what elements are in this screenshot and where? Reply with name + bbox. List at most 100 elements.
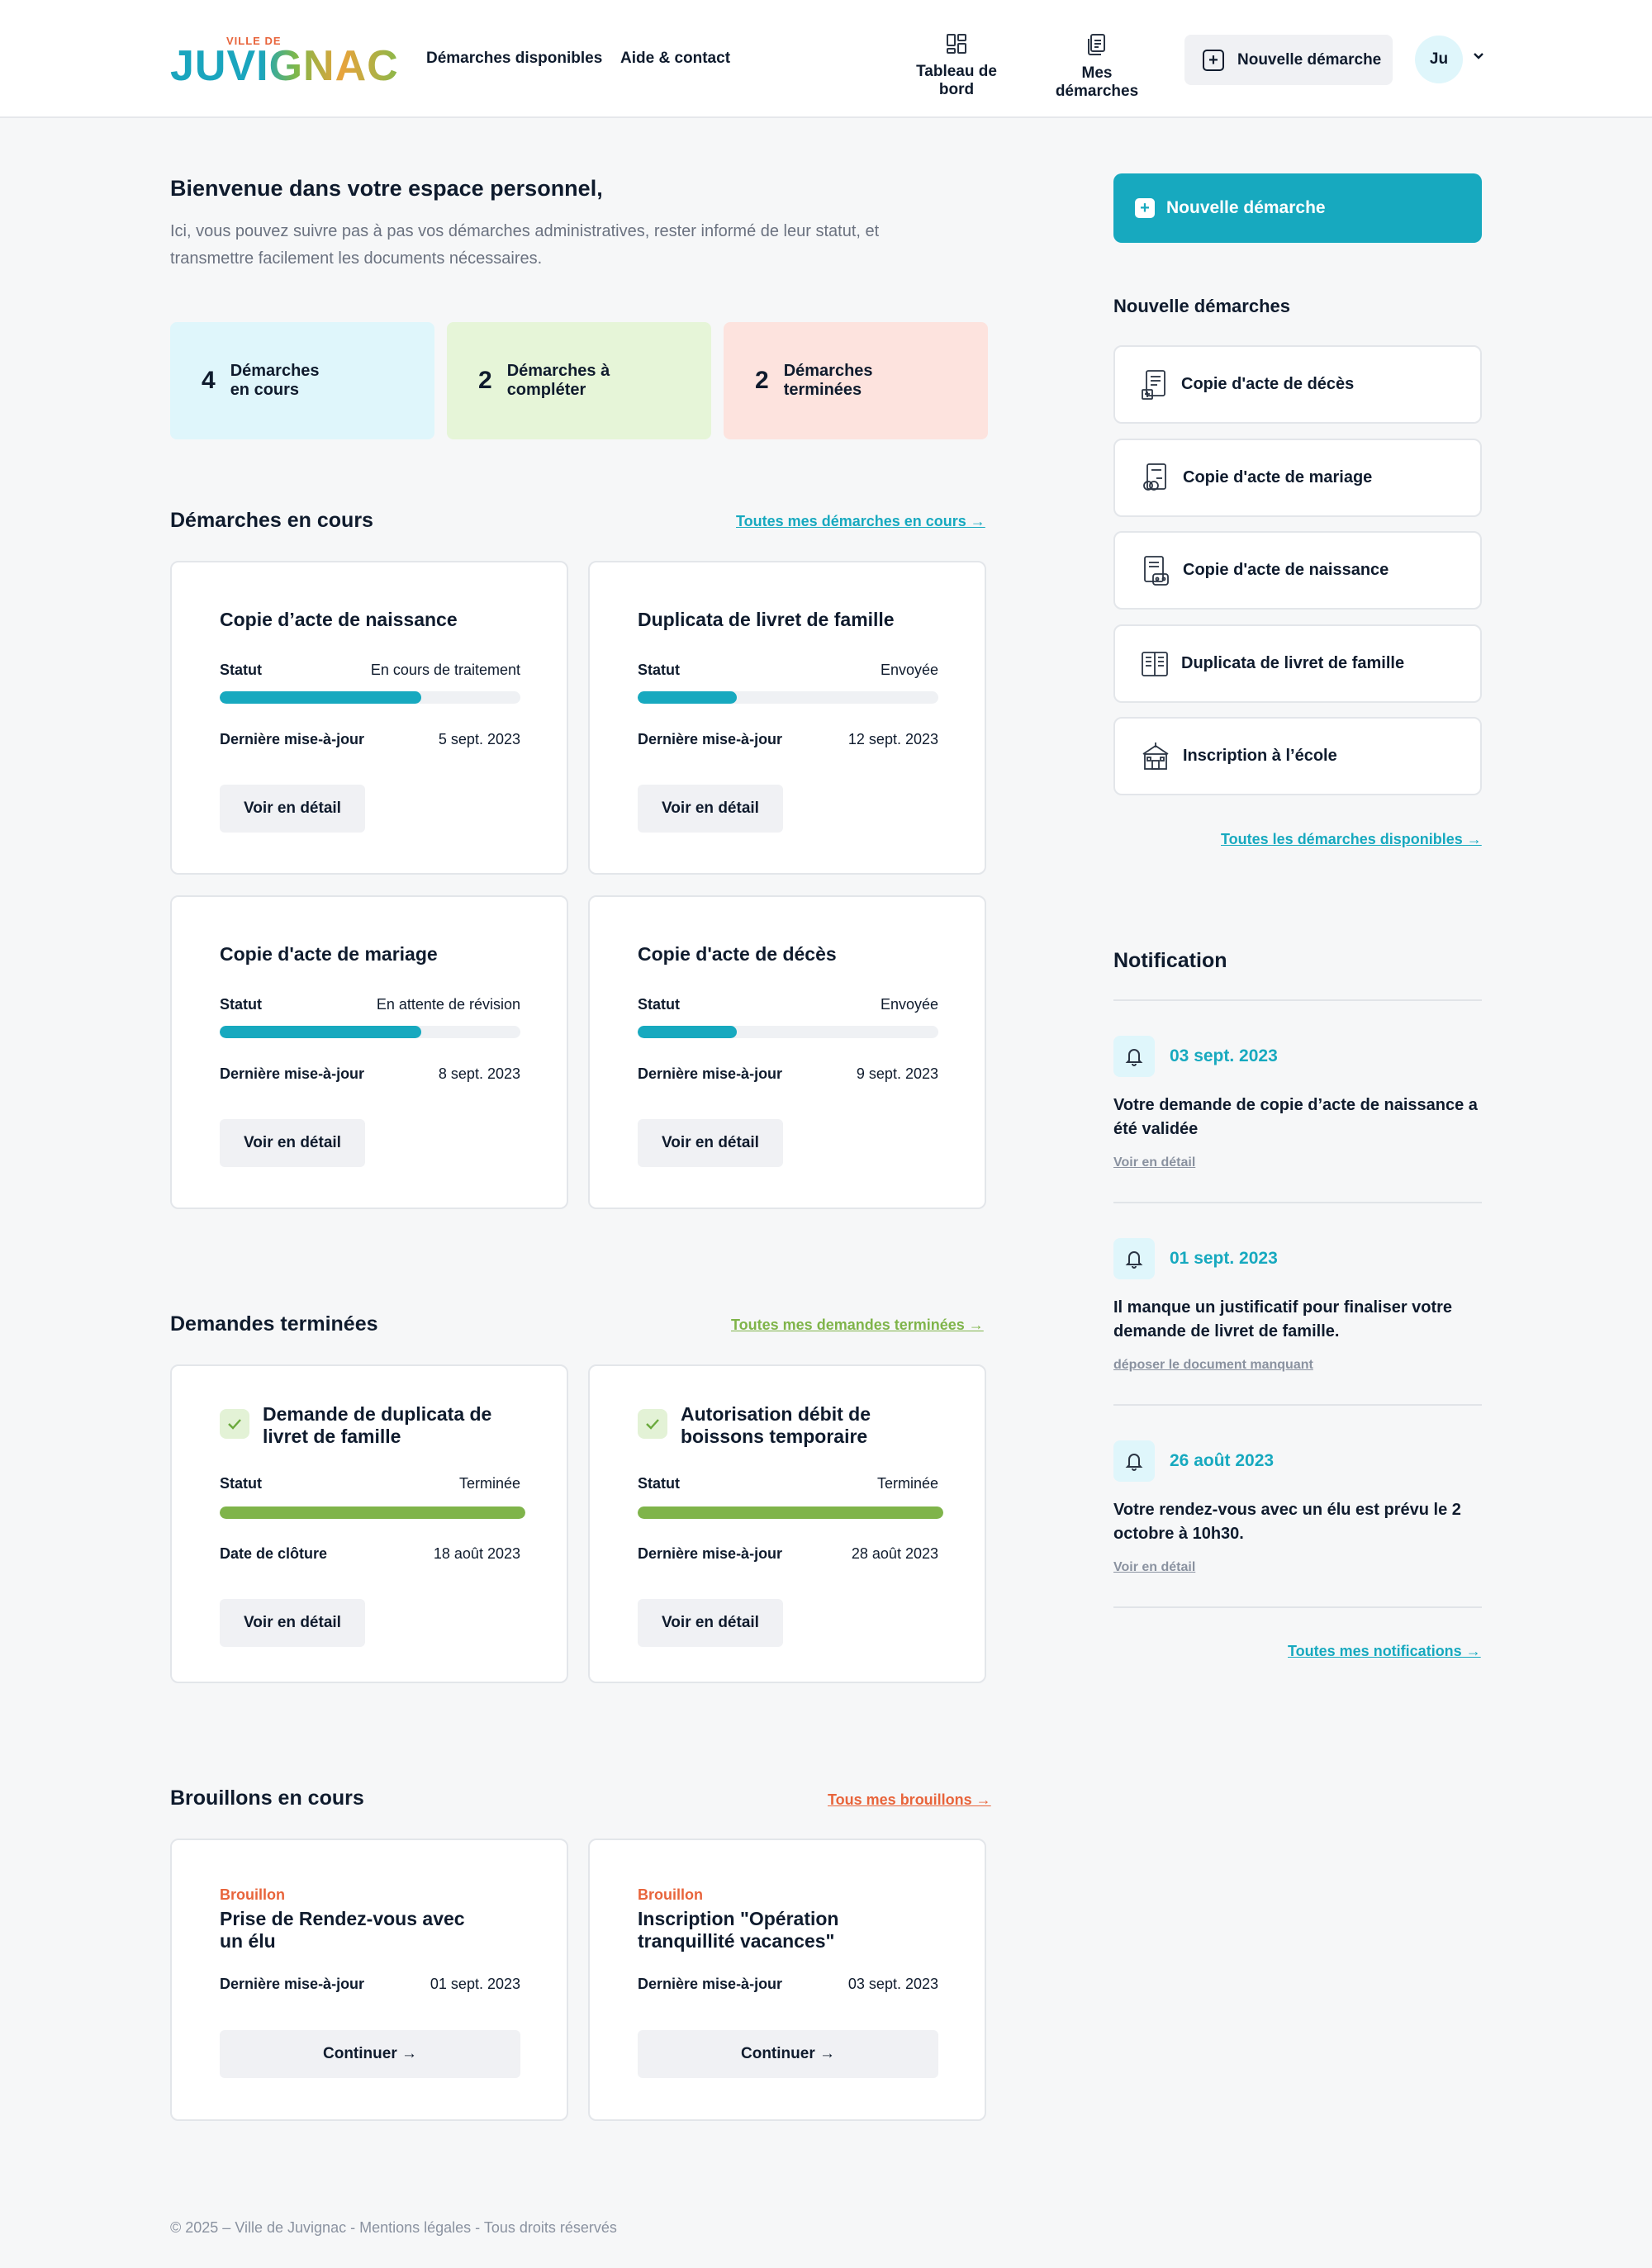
view-detail-button[interactable]: Voir en détail: [220, 1599, 365, 1647]
bell-icon: [1113, 1440, 1155, 1482]
view-detail-button[interactable]: Voir en détail: [220, 785, 365, 833]
procedure-item[interactable]: Copie d'acte de mariage: [1113, 439, 1482, 517]
status-value: Envoyée: [880, 662, 938, 678]
divider: [1113, 1404, 1482, 1406]
plus-icon: +: [1203, 49, 1224, 71]
marriage-certificate-icon: [1143, 463, 1166, 491]
stat-completed[interactable]: 2 Démarches terminées: [724, 322, 988, 439]
stat-to-complete[interactable]: 2 Démarches à compléter: [447, 322, 711, 439]
status-row: Statut En cours de traitement: [220, 662, 520, 678]
documents-icon: [1088, 34, 1105, 55]
date-row: Dernière mise-à-jour 5 sept. 2023: [220, 731, 520, 747]
divider: [1113, 1606, 1482, 1608]
date-row: Dernière mise-à-jour 8 sept. 2023: [220, 1065, 520, 1082]
procedure-label: Copie d'acte de naissance: [1183, 561, 1389, 579]
new-procedure-header-button[interactable]: + Nouvelle démarche: [1184, 35, 1393, 85]
progress-bar: [220, 1026, 520, 1038]
procedure-card: Copie d'acte de décès Statut Envoyée Dern…: [588, 895, 986, 1209]
stat-value: 2: [755, 367, 769, 394]
avatar[interactable]: Ju: [1415, 36, 1463, 83]
in-progress-section-title: Démarches en cours: [170, 509, 373, 532]
nav-available-procedures[interactable]: Démarches disponibles: [426, 50, 602, 68]
stat-value: 2: [478, 367, 492, 394]
status-value: Terminée: [458, 1475, 520, 1492]
all-in-progress-link[interactable]: Toutes mes démarches en cours →: [736, 513, 985, 530]
procedure-item[interactable]: Copie d'acte de naissance: [1113, 531, 1482, 610]
status-value: Envoyée: [880, 996, 938, 1013]
view-detail-button[interactable]: Voir en détail: [638, 1599, 783, 1647]
new-procedure-sidebar-button[interactable]: + Nouvelle démarche: [1113, 173, 1482, 243]
draft-card: Brouillon Prise de Rendez-vous avec un él…: [170, 1839, 568, 2121]
divider: [1113, 999, 1482, 1001]
procedure-item[interactable]: Copie d'acte de décès: [1113, 345, 1482, 424]
new-procedures-subtitle: Nouvelle démarches: [1113, 296, 1290, 316]
procedure-item[interactable]: Inscription à l’école: [1113, 717, 1482, 795]
nav-my-procedures-label: Mes démarches: [1055, 64, 1139, 100]
chevron-down-icon[interactable]: [1472, 51, 1485, 61]
card-title: Demande de duplicata de livret de famille: [263, 1403, 492, 1447]
view-detail-button[interactable]: Voir en détail: [638, 1119, 783, 1167]
nav-dashboard[interactable]: Tableau de bord: [899, 33, 1014, 99]
procedure-label: Inscription à l’école: [1183, 747, 1337, 765]
date-row: Dernière mise-à-jour 9 sept. 2023: [638, 1065, 938, 1082]
date-row: Dernière mise-à-jour 01 sept. 2023: [220, 1976, 520, 1992]
status-row: Statut En attente de révision: [220, 996, 520, 1013]
view-detail-button[interactable]: Voir en détail: [220, 1119, 365, 1167]
nav-my-procedures[interactable]: Mes démarches: [1039, 33, 1155, 101]
procedure-card: Copie d’acte de naissance Statut En cours…: [170, 561, 568, 875]
progress-bar: [638, 1506, 943, 1519]
logo-big-text: JUVIGNAC: [170, 42, 399, 90]
notification-text: Votre demande de copie d’acte de naissan…: [1113, 1096, 1478, 1138]
status-row: Statut Terminée: [220, 1475, 520, 1492]
card-title: Prise de Rendez-vous avec un élu: [220, 1908, 465, 1952]
procedure-label: Duplicata de livret de famille: [1181, 654, 1405, 672]
date-row: Dernière mise-à-jour 03 sept. 2023: [638, 1976, 938, 1992]
bell-icon: [1113, 1036, 1155, 1077]
welcome-title: Bienvenue dans votre espace personnel,: [170, 176, 603, 201]
stat-label: Démarches à compléter: [506, 362, 610, 399]
top-header: VILLE DE JUVIGNAC Démarches disponibles …: [0, 0, 1652, 118]
footer-text: © 2025 – Ville de Juvignac - Mentions lé…: [170, 2219, 617, 2236]
notification-date: 03 sept. 2023: [1170, 1046, 1278, 1065]
status-row: Statut Terminée: [638, 1475, 938, 1492]
juvignac-logo[interactable]: VILLE DE JUVIGNAC: [170, 33, 398, 88]
all-completed-link[interactable]: Toutes mes demandes terminées →: [731, 1317, 984, 1334]
continue-button[interactable]: Continuer →: [220, 2030, 520, 2078]
notification-text: Votre rendez-vous avec un élu est prévu …: [1113, 1501, 1461, 1543]
welcome-text: Ici, vous pouvez suivre pas à pas vos dé…: [170, 222, 880, 268]
continue-button[interactable]: Continuer →: [638, 2030, 938, 2078]
death-certificate-icon: [1142, 369, 1165, 400]
status-value: En attente de révision: [376, 996, 520, 1013]
family-book-icon: [1142, 651, 1168, 676]
progress-bar: [220, 1506, 525, 1519]
nav-dashboard-label: Tableau de bord: [916, 63, 997, 98]
all-notifications-link[interactable]: Toutes mes notifications →: [1288, 1643, 1481, 1660]
draft-tag: Brouillon: [638, 1886, 703, 1903]
card-title: Copie d'acte de décès: [638, 943, 837, 965]
all-drafts-link[interactable]: Tous mes brouillons →: [828, 1791, 991, 1809]
completed-card: Demande de duplicata de livret de famille…: [170, 1364, 568, 1683]
completed-card: Autorisation débit de boissons temporaire…: [588, 1364, 986, 1683]
card-title: Copie d’acte de naissance: [220, 609, 458, 630]
divider: [1113, 1202, 1482, 1203]
new-procedure-sidebar-label: Nouvelle démarche: [1166, 198, 1326, 217]
plus-icon: +: [1135, 198, 1155, 218]
all-available-procedures-link[interactable]: Toutes les démarches disponibles →: [1221, 831, 1482, 848]
status-row: Statut Envoyée: [638, 996, 938, 1013]
stat-in-progress[interactable]: 4 Démarches en cours: [170, 322, 434, 439]
draft-tag: Brouillon: [220, 1886, 285, 1903]
notification-link[interactable]: Voir en détail: [1113, 1155, 1195, 1170]
procedure-card: Copie d'acte de mariage Statut En attente…: [170, 895, 568, 1209]
stat-label: Démarches en cours: [230, 362, 320, 399]
procedure-label: Copie d'acte de décès: [1181, 375, 1355, 393]
notification-link[interactable]: déposer le document manquant: [1113, 1358, 1313, 1373]
procedure-item[interactable]: Duplicata de livret de famille: [1113, 624, 1482, 703]
status-value: En cours de traitement: [370, 662, 520, 678]
progress-bar: [638, 691, 938, 704]
notification-link[interactable]: Voir en détail: [1113, 1560, 1195, 1575]
view-detail-button[interactable]: Voir en détail: [638, 785, 783, 833]
nav-help-contact[interactable]: Aide & contact: [620, 50, 730, 68]
check-icon: [220, 1409, 249, 1439]
date-row: Dernière mise-à-jour 28 août 2023: [638, 1545, 938, 1562]
card-title: Copie d'acte de mariage: [220, 943, 438, 965]
